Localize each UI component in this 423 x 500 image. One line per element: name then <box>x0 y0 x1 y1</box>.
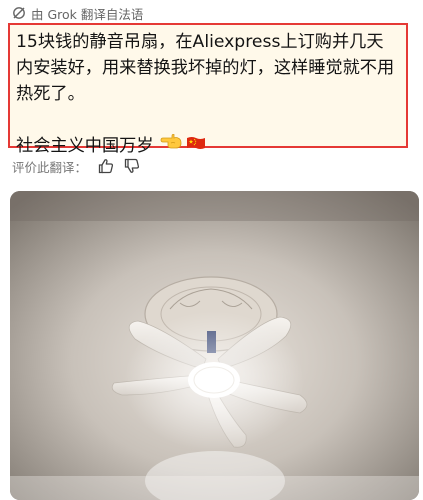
grok-icon <box>12 6 26 20</box>
rate-translation-label: 评价此翻译： <box>12 159 88 175</box>
translation-source-label: 由 Grok 翻译自法语 <box>31 6 144 22</box>
point-left-hand-emoji <box>160 133 184 159</box>
translated-post-box: 15块钱的静音吊扇，在Aliexpress上订购并几天内安装好，用来替换我坏掉的… <box>8 23 408 156</box>
translated-text-paragraph-1: 15块钱的静音吊扇，在Aliexpress上订购并几天内安装好，用来替换我坏掉的… <box>16 32 395 104</box>
translation-source-header: 由 Grok 翻译自法语 <box>12 4 143 22</box>
china-flag-emoji <box>186 133 206 159</box>
ceiling-fan-light-photo[interactable] <box>10 191 419 500</box>
translation-rating-row: 评价此翻译： <box>12 154 141 178</box>
thumbs-up-icon[interactable] <box>97 157 115 175</box>
translated-text-paragraph-2: 社会主义中国万岁 <box>16 136 154 156</box>
thumbs-down-icon[interactable] <box>123 157 141 175</box>
